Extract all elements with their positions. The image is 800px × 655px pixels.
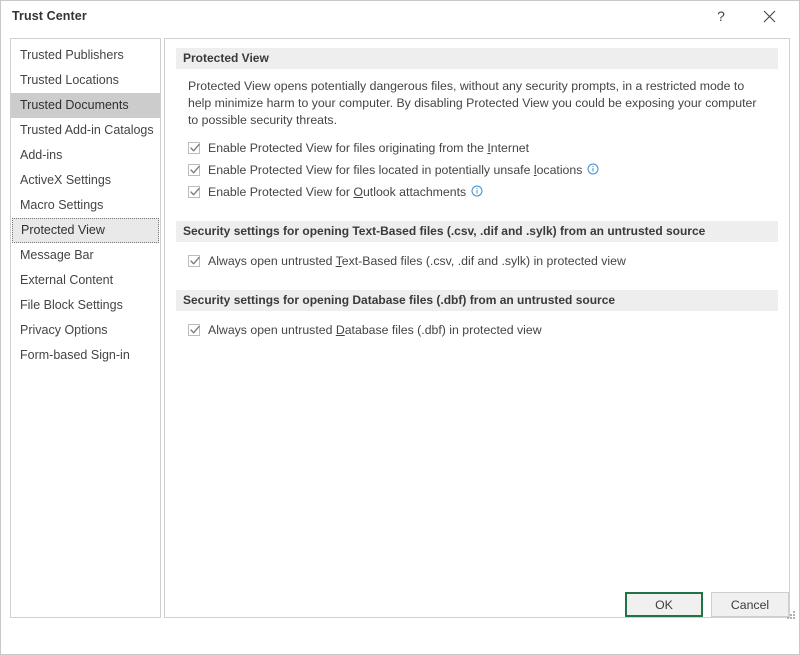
section-header: Security settings for opening Text-Based… (176, 221, 778, 242)
checkbox-checked-icon[interactable] (188, 255, 200, 267)
info-icon[interactable] (471, 185, 483, 200)
checkbox-row[interactable]: Enable Protected View for Outlook attach… (188, 183, 778, 205)
checkbox-checked-icon[interactable] (188, 164, 200, 176)
sidebar-item-external-content[interactable]: External Content (11, 268, 160, 293)
section-header: Security settings for opening Database f… (176, 290, 778, 311)
ok-button[interactable]: OK (625, 592, 703, 617)
info-icon[interactable] (587, 163, 599, 178)
checkbox-row[interactable]: Enable Protected View for files originat… (188, 139, 778, 161)
checkbox-label: Enable Protected View for files located … (208, 161, 582, 179)
sidebar-item-form-based-sign-in[interactable]: Form-based Sign-in (11, 343, 160, 368)
sidebar-item-protected-view[interactable]: Protected View (12, 218, 159, 243)
sidebar-item-trusted-publishers[interactable]: Trusted Publishers (11, 43, 160, 68)
sidebar-item-label: ActiveX Settings (20, 173, 111, 187)
sidebar-item-label: Trusted Locations (20, 73, 119, 87)
sidebar-item-label: Add-ins (20, 148, 62, 162)
section-description: Protected View opens potentially dangero… (188, 78, 770, 129)
settings-pane: Protected View Protected View opens poten… (164, 38, 790, 618)
sidebar-item-label: Privacy Options (20, 323, 108, 337)
dialog-footer: OK Cancel (1, 592, 799, 622)
sidebar-item-label: Message Bar (20, 248, 94, 262)
checkbox-checked-icon[interactable] (188, 142, 200, 154)
sidebar-item-file-block-settings[interactable]: File Block Settings (11, 293, 160, 318)
checkbox-checked-icon[interactable] (188, 324, 200, 336)
sidebar-item-label: External Content (20, 273, 113, 287)
checkbox-row[interactable]: Always open untrusted Text-Based files (… (188, 252, 778, 274)
sidebar-item-add-ins[interactable]: Add-ins (11, 143, 160, 168)
sidebar-item-macro-settings[interactable]: Macro Settings (11, 193, 160, 218)
resize-grip[interactable] (785, 609, 797, 621)
window-title: Trust Center (12, 9, 87, 23)
help-glyph: ? (717, 8, 725, 24)
title-bar: Trust Center ? (1, 1, 799, 33)
sidebar-item-privacy-options[interactable]: Privacy Options (11, 318, 160, 343)
checkbox-label: Always open untrusted Database files (.d… (208, 321, 542, 339)
sidebar-item-label: File Block Settings (20, 298, 123, 312)
checkbox-label: Enable Protected View for Outlook attach… (208, 183, 466, 201)
sidebar-item-label: Trusted Publishers (20, 48, 124, 62)
close-icon[interactable] (747, 1, 791, 31)
cancel-button-label: Cancel (731, 598, 769, 612)
sidebar-item-label: Trusted Documents (20, 98, 129, 112)
sidebar-item-label: Trusted Add-in Catalogs (20, 123, 154, 137)
checkbox-label: Always open untrusted Text-Based files (… (208, 252, 626, 270)
cancel-button[interactable]: Cancel (711, 592, 789, 617)
checkbox-row[interactable]: Always open untrusted Database files (.d… (188, 321, 778, 343)
checkbox-checked-icon[interactable] (188, 186, 200, 198)
section-header: Protected View (176, 48, 778, 69)
help-icon[interactable]: ? (699, 1, 743, 31)
sidebar-item-label: Protected View (21, 223, 105, 237)
sidebar-item-trusted-documents[interactable]: Trusted Documents (11, 93, 160, 118)
checkbox-label: Enable Protected View for files originat… (208, 139, 529, 157)
sidebar-item-activex-settings[interactable]: ActiveX Settings (11, 168, 160, 193)
ok-button-label: OK (655, 598, 673, 612)
sidebar-item-trusted-add-in-catalogs[interactable]: Trusted Add-in Catalogs (11, 118, 160, 143)
checkbox-row[interactable]: Enable Protected View for files located … (188, 161, 778, 183)
sidebar-item-trusted-locations[interactable]: Trusted Locations (11, 68, 160, 93)
dialog-body: Trusted Publishers Trusted Locations Trust… (1, 33, 799, 654)
trust-center-dialog: Trust Center ? Trusted PublishersTrusted… (0, 0, 800, 655)
sidebar-item-label: Macro Settings (20, 198, 103, 212)
category-list[interactable]: Trusted Publishers Trusted Locations Trust… (10, 38, 161, 618)
sidebar-item-message-bar[interactable]: Message Bar (11, 243, 160, 268)
sidebar-item-label: Form-based Sign-in (20, 348, 130, 362)
